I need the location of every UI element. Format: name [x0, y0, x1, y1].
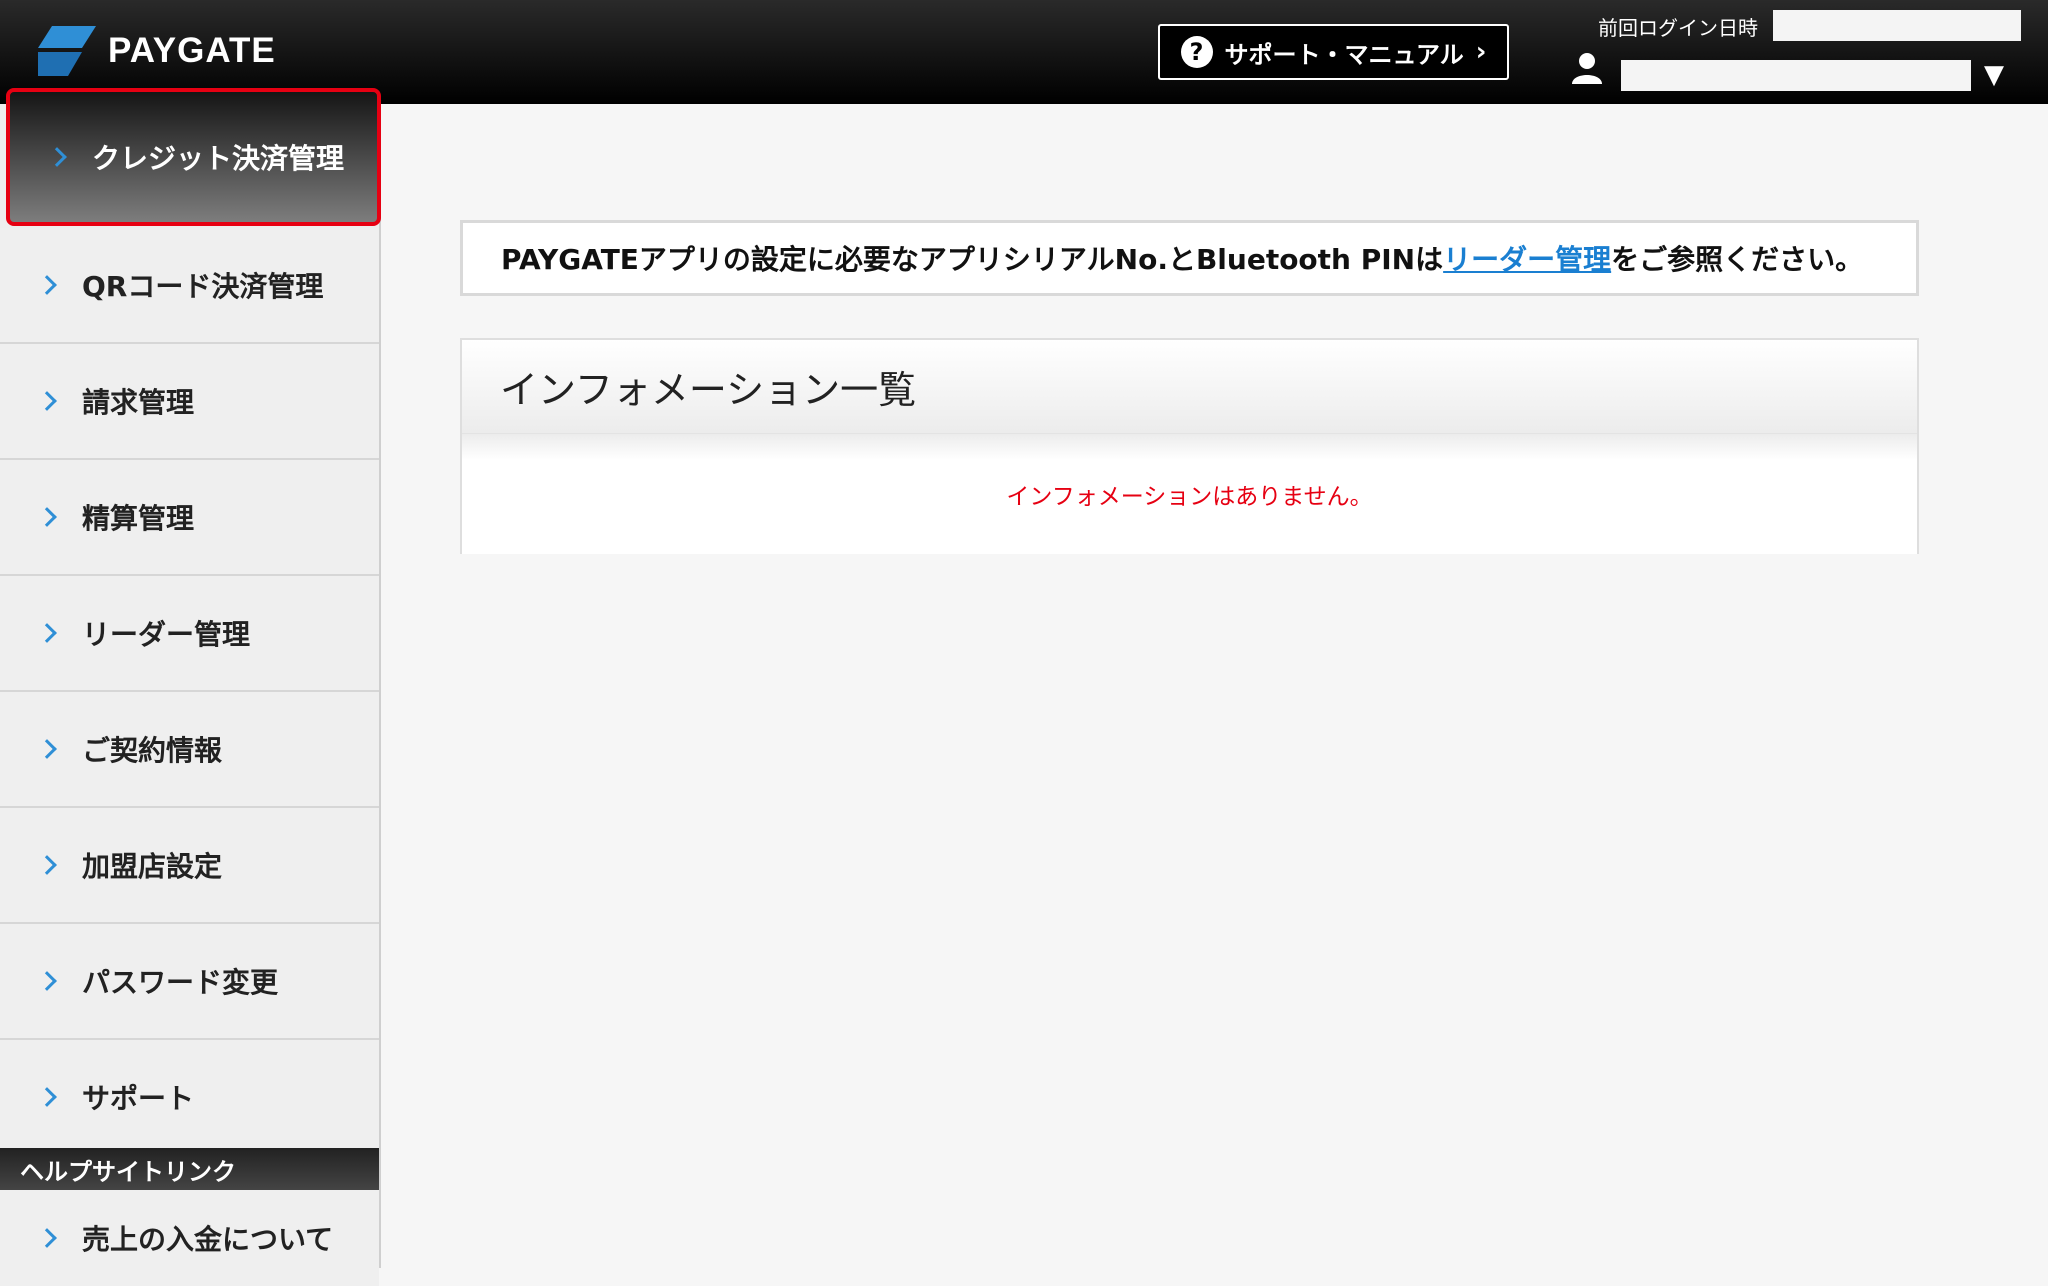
last-login-label: 前回ログイン日時 — [1598, 16, 1758, 40]
user-menu-dropdown-icon[interactable]: ▼ — [1984, 60, 2004, 90]
sidebar-item-settlement[interactable]: 精算管理 — [0, 460, 379, 576]
sidebar-item-password[interactable]: パスワード変更 — [0, 924, 379, 1040]
support-manual-label: サポート・マニュアル — [1224, 40, 1464, 69]
user-icon — [1572, 53, 1602, 84]
support-manual-button[interactable]: ? サポート・マニュアル › — [1158, 24, 1509, 80]
information-panel: インフォメーション一覧 インフォメーションはありません。 — [460, 338, 1919, 554]
sidebar-item-label: 請求管理 — [82, 386, 195, 419]
reader-notice: PAYGATEアプリの設定に必要なアプリシリアルNo.とBluetooth PI… — [460, 220, 1919, 296]
chevron-right-icon — [37, 739, 57, 759]
last-login-value — [1773, 10, 2021, 41]
chevron-right-icon — [37, 1228, 57, 1248]
chevron-right-icon — [37, 623, 57, 643]
sidebar-item-reader[interactable]: リーダー管理 — [0, 576, 379, 692]
chevron-right-icon — [37, 1087, 57, 1107]
sidebar-item-contract[interactable]: ご契約情報 — [0, 692, 379, 808]
chevron-right-icon — [37, 971, 57, 991]
chevron-right-icon — [37, 855, 57, 875]
chevron-right-icon — [47, 147, 67, 167]
sidebar-item-label: クレジット決済管理 — [92, 142, 345, 175]
sidebar-item-billing[interactable]: 請求管理 — [0, 344, 379, 460]
notice-text-after: をご参照ください。 — [1611, 243, 1864, 276]
sidebar: クレジット決済管理 QRコード決済管理 請求管理 精算管理 リーダー管理 ご契約… — [0, 88, 381, 1286]
chevron-right-icon: › — [1475, 37, 1487, 67]
sidebar-item-label: 精算管理 — [82, 502, 195, 535]
brand-logo[interactable]: PAYGATE — [38, 26, 276, 76]
reader-management-link[interactable]: リーダー管理 — [1443, 238, 1611, 278]
sidebar-item-label: ご契約情報 — [82, 734, 223, 767]
information-title: インフォメーション一覧 — [462, 340, 1917, 434]
sidebar-item-support[interactable]: サポート — [0, 1040, 379, 1156]
sidebar-item-label: 加盟店設定 — [82, 850, 223, 883]
chevron-right-icon — [37, 275, 57, 295]
notice-text-before: PAYGATEアプリの設定に必要なアプリシリアルNo.とBluetooth PI… — [501, 243, 1444, 276]
paygate-logo-icon — [38, 26, 96, 76]
sidebar-item-label: リーダー管理 — [82, 618, 251, 651]
sidebar-item-qr-payment[interactable]: QRコード決済管理 — [0, 228, 379, 344]
sidebar-item-deposit-info[interactable]: 売上の入金について — [0, 1190, 379, 1286]
brand-name: PAYGATE — [108, 31, 276, 70]
chevron-right-icon — [37, 507, 57, 527]
sidebar-item-label: パスワード変更 — [82, 966, 279, 999]
question-icon: ? — [1180, 36, 1213, 68]
help-links-heading: ヘルプサイトリンク — [0, 1148, 379, 1190]
chevron-right-icon — [37, 391, 57, 411]
sidebar-item-label: サポート — [82, 1082, 195, 1115]
user-name-value — [1621, 60, 1971, 91]
sidebar-item-merchant-settings[interactable]: 加盟店設定 — [0, 808, 379, 924]
sidebar-item-label: QRコード決済管理 — [82, 270, 324, 303]
sidebar-item-credit-payment[interactable]: クレジット決済管理 — [6, 88, 381, 226]
information-empty-message: インフォメーションはありません。 — [462, 434, 1917, 554]
sidebar-item-label: 売上の入金について — [82, 1223, 334, 1256]
